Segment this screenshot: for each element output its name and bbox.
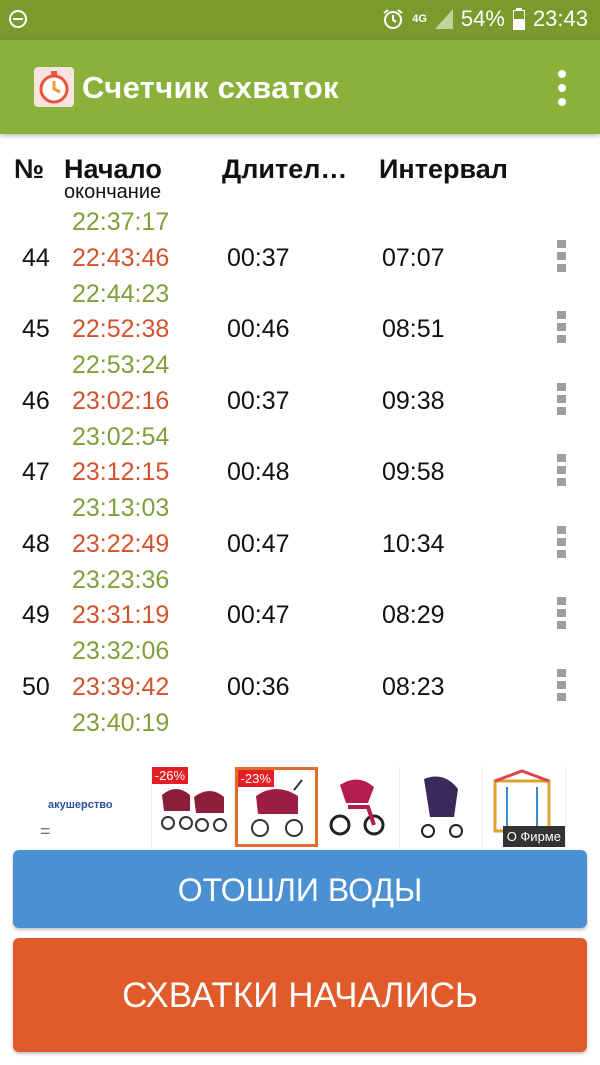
- header-duration: Длител…: [222, 154, 348, 184]
- ad-discount-badge: -23%: [237, 770, 274, 787]
- row-interval: 09:58: [382, 458, 445, 486]
- row-duration: 00:37: [227, 386, 290, 415]
- ad-product-stroller-3[interactable]: [400, 767, 484, 847]
- row-start-time: 23:02:16: [72, 386, 170, 415]
- header-interval: Интервал: [379, 154, 508, 184]
- signal-icon: [434, 9, 453, 29]
- app-title: Счетчик схваток: [82, 70, 339, 105]
- status-bar: 4G 54% 23:43: [0, 0, 600, 40]
- row-number: 50: [22, 672, 50, 701]
- row-start-time: 22:43:46: [72, 243, 170, 272]
- contractions-list[interactable]: 4322:36:3822:37:1700:3816:42 44 22:43:46 22…: [0, 204, 600, 764]
- row-duration: 00:36: [227, 672, 290, 701]
- list-item[interactable]: 49 23:31:19 23:32:06 00:47 08:29: [0, 587, 600, 665]
- list-item[interactable]: 44 22:43:46 22:44:23 00:37 07:07: [0, 230, 600, 308]
- ad-brand-logo[interactable]: акушерство =: [34, 767, 152, 847]
- header-start-sub: окончание: [64, 181, 162, 203]
- row-number: 48: [22, 529, 50, 558]
- list-item[interactable]: 45 22:52:38 22:53:24 00:46 08:51: [0, 301, 600, 379]
- ad-brand-text: акушерство: [48, 799, 113, 811]
- row-number: 45: [22, 315, 50, 343]
- row-interval: 08:51: [382, 315, 445, 343]
- list-item[interactable]: 50 23:39:42 23:40:19 00:36 08:23: [0, 659, 600, 737]
- row-start-time: 22:52:38: [72, 315, 170, 343]
- alarm-icon: [383, 9, 403, 29]
- row-end-time: 23:40:19: [72, 708, 170, 737]
- water-broke-button[interactable]: ОТОШЛИ ВОДЫ: [13, 850, 587, 928]
- app-bar: Счетчик схваток: [0, 40, 600, 134]
- row-interval: 07:07: [382, 243, 445, 272]
- list-item[interactable]: 46 23:02:16 23:02:54 00:37 09:38: [0, 373, 600, 451]
- row-interval: 10:34: [382, 529, 445, 558]
- about-company-label[interactable]: О Фирме: [502, 826, 565, 847]
- ad-product-tricycle[interactable]: [317, 767, 401, 847]
- row-start-time: 23:39:42: [72, 672, 170, 701]
- row-interval: 09:38: [382, 386, 445, 415]
- row-menu-icon[interactable]: [557, 668, 567, 701]
- row-start-time: 23:22:49: [72, 529, 170, 558]
- stopwatch-icon: [34, 67, 74, 107]
- row-start-time: 23:31:19: [72, 601, 170, 629]
- row-menu-icon[interactable]: [557, 597, 567, 629]
- table-header: № Начало окончание Длител… Интервал: [0, 148, 600, 204]
- list-item[interactable]: 48 23:22:49 23:23:36 00:47 10:34: [0, 516, 600, 594]
- row-number: 49: [22, 601, 50, 629]
- ad-menu-icon: =: [40, 821, 51, 841]
- header-num: №: [14, 154, 45, 184]
- ad-product-stroller-1[interactable]: -26%: [151, 767, 235, 847]
- row-number: 46: [22, 386, 50, 415]
- network-type: 4G: [412, 12, 427, 25]
- row-interval: 08:23: [382, 672, 445, 701]
- list-item[interactable]: 47 23:12:15 23:13:03 00:48 09:58: [0, 444, 600, 522]
- battery-icon: [512, 8, 525, 30]
- row-duration: 00:47: [227, 529, 290, 558]
- ad-banner[interactable]: акушерство = -26% -23% О Фирме: [34, 767, 566, 847]
- battery-percent: 54%: [460, 6, 505, 31]
- row-number: 47: [22, 458, 50, 486]
- row-menu-icon[interactable]: [557, 239, 567, 272]
- ad-product-playground[interactable]: О Фирме: [483, 767, 566, 847]
- row-start-time: 23:12:15: [72, 458, 170, 486]
- row-interval: 08:29: [382, 601, 445, 629]
- ad-product-stroller-2[interactable]: -23%: [234, 767, 318, 847]
- dnd-icon: [9, 10, 27, 28]
- row-duration: 00:37: [227, 243, 290, 272]
- ad-discount-badge: -26%: [151, 767, 189, 784]
- row-duration: 00:48: [227, 458, 290, 486]
- tricycle-image: [329, 779, 385, 836]
- clock: 23:43: [532, 6, 588, 31]
- row-menu-icon[interactable]: [557, 454, 567, 486]
- row-duration: 00:47: [227, 601, 290, 629]
- more-vert-icon[interactable]: [556, 70, 568, 106]
- list-item[interactable]: 4322:36:3822:37:1700:3816:42: [0, 204, 600, 236]
- row-number: 44: [22, 243, 50, 272]
- row-menu-icon[interactable]: [557, 382, 567, 415]
- stroller-image: [421, 776, 464, 838]
- row-menu-icon[interactable]: [557, 525, 567, 558]
- contractions-started-button[interactable]: СХВАТКИ НАЧАЛИСЬ: [13, 938, 587, 1052]
- row-menu-icon[interactable]: [557, 311, 567, 343]
- row-duration: 00:46: [227, 315, 290, 343]
